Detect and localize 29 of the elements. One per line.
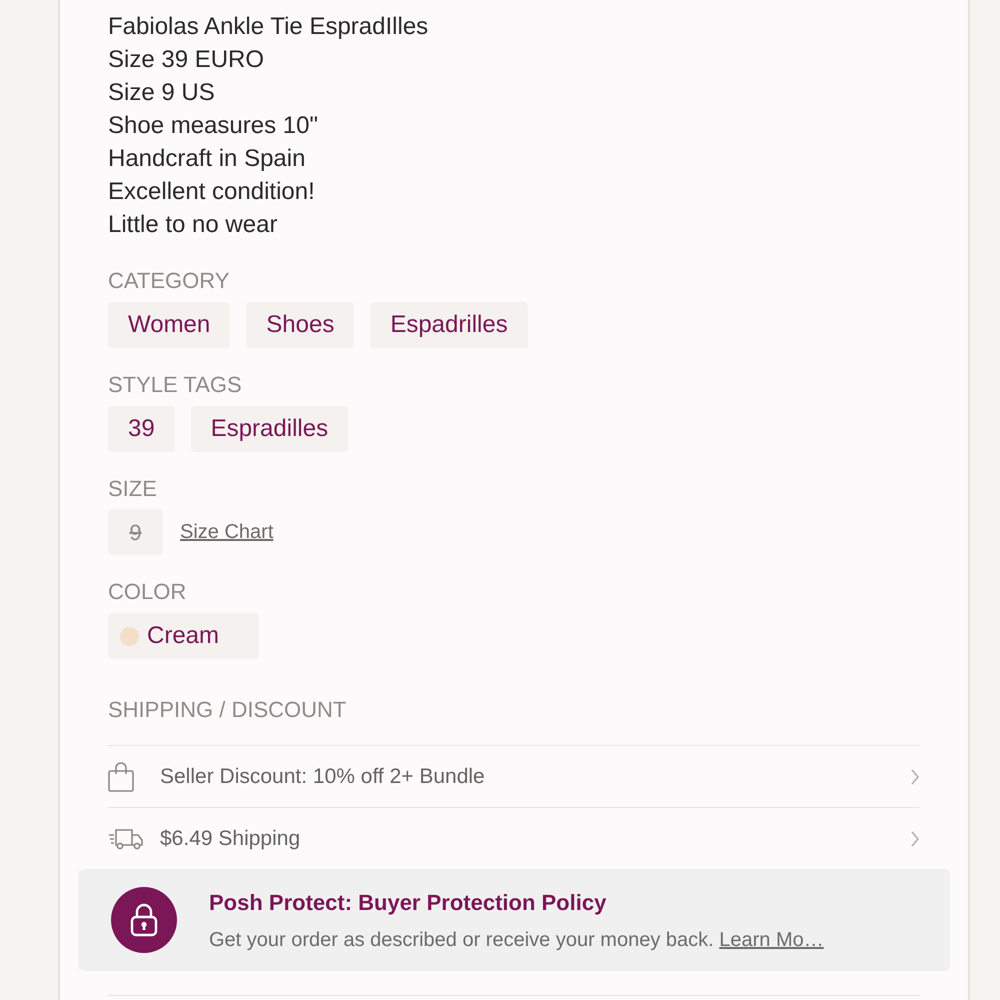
description-line: Shoe measures 10" [108,111,319,141]
description-line: Little to no wear [108,210,278,240]
description-line: Fabiolas Ankle Tie EspradIlles [108,12,430,42]
truck-icon [108,828,144,850]
seller-discount-row[interactable]: Seller Discount: 10% off 2+ Bundle [108,745,920,807]
protection-title: Posh Protect: Buyer Protection Policy [209,888,608,917]
shopping-bag-icon [108,762,134,792]
chevron-right-icon [910,768,920,784]
tag-chip[interactable]: Shoes [246,302,354,348]
color-chip[interactable]: Cream [108,613,260,659]
tag-chip[interactable]: Women [108,302,230,348]
tag-chip[interactable]: Espradilles [190,406,348,452]
size-chip: 9 [108,509,163,555]
learn-more-link[interactable]: Learn Mo… [719,928,824,950]
description-line: Size 9 US [108,78,216,108]
size-chart-link[interactable]: Size Chart [180,517,274,547]
description-line: Handcraft in Spain [108,144,306,174]
tag-chip[interactable]: Espadrilles [370,302,528,348]
section-heading: CATEGORY [108,268,230,294]
description-line: Size 39 EURO [108,45,266,75]
description-line: Excellent condition! [108,177,316,207]
section-heading: COLOR [108,579,188,605]
section-heading: SHIPPING / DISCOUNT [108,697,348,723]
lock-icon [111,887,177,953]
protection-text: Get your order as described or receive your money back. Learn Mo… [209,928,824,952]
chevron-right-icon [910,830,920,846]
tag-chip[interactable]: 39 [108,406,175,452]
section-heading: STYLE TAGS [108,372,243,398]
section-heading: SIZE [108,476,158,502]
